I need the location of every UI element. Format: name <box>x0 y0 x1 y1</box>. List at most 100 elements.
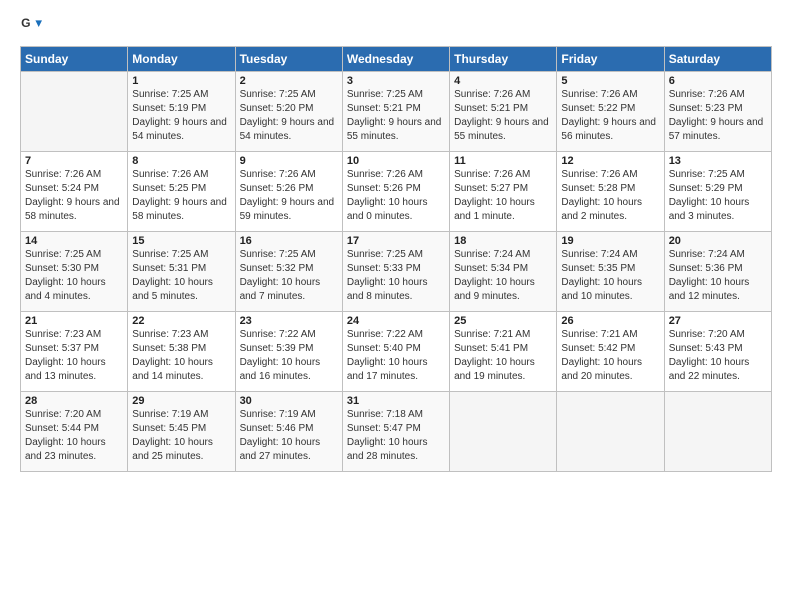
day-number: 22 <box>132 315 230 327</box>
day-number: 26 <box>561 315 659 327</box>
day-info: Sunrise: 7:24 AMSunset: 5:34 PMDaylight:… <box>454 249 535 302</box>
col-header-tuesday: Tuesday <box>235 47 342 72</box>
day-cell: 1 Sunrise: 7:25 AMSunset: 5:19 PMDayligh… <box>128 72 235 152</box>
day-cell: 25 Sunrise: 7:21 AMSunset: 5:41 PMDaylig… <box>450 312 557 392</box>
day-info: Sunrise: 7:25 AMSunset: 5:29 PMDaylight:… <box>669 169 750 222</box>
day-number: 30 <box>240 395 338 407</box>
day-info: Sunrise: 7:18 AMSunset: 5:47 PMDaylight:… <box>347 409 428 462</box>
day-info: Sunrise: 7:20 AMSunset: 5:43 PMDaylight:… <box>669 329 750 382</box>
day-number: 29 <box>132 395 230 407</box>
day-info: Sunrise: 7:24 AMSunset: 5:35 PMDaylight:… <box>561 249 642 302</box>
day-info: Sunrise: 7:25 AMSunset: 5:32 PMDaylight:… <box>240 249 321 302</box>
day-number: 23 <box>240 315 338 327</box>
day-cell: 6 Sunrise: 7:26 AMSunset: 5:23 PMDayligh… <box>664 72 771 152</box>
day-number: 8 <box>132 155 230 167</box>
day-cell: 5 Sunrise: 7:26 AMSunset: 5:22 PMDayligh… <box>557 72 664 152</box>
day-info: Sunrise: 7:21 AMSunset: 5:41 PMDaylight:… <box>454 329 535 382</box>
day-info: Sunrise: 7:22 AMSunset: 5:39 PMDaylight:… <box>240 329 321 382</box>
main-container: G SundayMondayTuesdayWednesdayThursdayFr… <box>0 0 792 482</box>
header-row: G <box>20 16 772 38</box>
week-row-2: 14 Sunrise: 7:25 AMSunset: 5:30 PMDaylig… <box>21 232 772 312</box>
day-number: 3 <box>347 75 445 87</box>
day-info: Sunrise: 7:20 AMSunset: 5:44 PMDaylight:… <box>25 409 106 462</box>
day-info: Sunrise: 7:26 AMSunset: 5:26 PMDaylight:… <box>240 169 335 222</box>
day-info: Sunrise: 7:25 AMSunset: 5:31 PMDaylight:… <box>132 249 213 302</box>
col-header-friday: Friday <box>557 47 664 72</box>
day-cell: 13 Sunrise: 7:25 AMSunset: 5:29 PMDaylig… <box>664 152 771 232</box>
day-cell: 22 Sunrise: 7:23 AMSunset: 5:38 PMDaylig… <box>128 312 235 392</box>
day-cell: 29 Sunrise: 7:19 AMSunset: 5:45 PMDaylig… <box>128 392 235 472</box>
day-cell: 20 Sunrise: 7:24 AMSunset: 5:36 PMDaylig… <box>664 232 771 312</box>
week-row-1: 7 Sunrise: 7:26 AMSunset: 5:24 PMDayligh… <box>21 152 772 232</box>
day-cell <box>557 392 664 472</box>
day-cell: 2 Sunrise: 7:25 AMSunset: 5:20 PMDayligh… <box>235 72 342 152</box>
day-info: Sunrise: 7:24 AMSunset: 5:36 PMDaylight:… <box>669 249 750 302</box>
day-number: 19 <box>561 235 659 247</box>
day-number: 20 <box>669 235 767 247</box>
day-cell: 14 Sunrise: 7:25 AMSunset: 5:30 PMDaylig… <box>21 232 128 312</box>
day-number: 6 <box>669 75 767 87</box>
day-cell: 7 Sunrise: 7:26 AMSunset: 5:24 PMDayligh… <box>21 152 128 232</box>
day-number: 21 <box>25 315 123 327</box>
day-number: 4 <box>454 75 552 87</box>
day-number: 13 <box>669 155 767 167</box>
col-header-saturday: Saturday <box>664 47 771 72</box>
day-info: Sunrise: 7:26 AMSunset: 5:26 PMDaylight:… <box>347 169 428 222</box>
day-cell <box>450 392 557 472</box>
day-cell: 4 Sunrise: 7:26 AMSunset: 5:21 PMDayligh… <box>450 72 557 152</box>
day-info: Sunrise: 7:19 AMSunset: 5:46 PMDaylight:… <box>240 409 321 462</box>
day-number: 18 <box>454 235 552 247</box>
day-number: 12 <box>561 155 659 167</box>
day-info: Sunrise: 7:25 AMSunset: 5:20 PMDaylight:… <box>240 89 335 142</box>
day-cell: 30 Sunrise: 7:19 AMSunset: 5:46 PMDaylig… <box>235 392 342 472</box>
day-info: Sunrise: 7:26 AMSunset: 5:22 PMDaylight:… <box>561 89 656 142</box>
day-cell: 15 Sunrise: 7:25 AMSunset: 5:31 PMDaylig… <box>128 232 235 312</box>
day-number: 1 <box>132 75 230 87</box>
day-info: Sunrise: 7:25 AMSunset: 5:19 PMDaylight:… <box>132 89 227 142</box>
day-info: Sunrise: 7:22 AMSunset: 5:40 PMDaylight:… <box>347 329 428 382</box>
col-header-sunday: Sunday <box>21 47 128 72</box>
day-cell: 27 Sunrise: 7:20 AMSunset: 5:43 PMDaylig… <box>664 312 771 392</box>
day-info: Sunrise: 7:25 AMSunset: 5:33 PMDaylight:… <box>347 249 428 302</box>
day-number: 16 <box>240 235 338 247</box>
day-cell: 17 Sunrise: 7:25 AMSunset: 5:33 PMDaylig… <box>342 232 449 312</box>
day-cell: 18 Sunrise: 7:24 AMSunset: 5:34 PMDaylig… <box>450 232 557 312</box>
day-cell: 26 Sunrise: 7:21 AMSunset: 5:42 PMDaylig… <box>557 312 664 392</box>
day-number: 15 <box>132 235 230 247</box>
day-number: 24 <box>347 315 445 327</box>
day-number: 2 <box>240 75 338 87</box>
day-cell <box>21 72 128 152</box>
day-cell: 11 Sunrise: 7:26 AMSunset: 5:27 PMDaylig… <box>450 152 557 232</box>
day-info: Sunrise: 7:25 AMSunset: 5:30 PMDaylight:… <box>25 249 106 302</box>
day-number: 27 <box>669 315 767 327</box>
day-number: 28 <box>25 395 123 407</box>
day-number: 5 <box>561 75 659 87</box>
logo-icon: G <box>20 16 42 38</box>
day-cell: 12 Sunrise: 7:26 AMSunset: 5:28 PMDaylig… <box>557 152 664 232</box>
day-info: Sunrise: 7:26 AMSunset: 5:27 PMDaylight:… <box>454 169 535 222</box>
day-cell: 10 Sunrise: 7:26 AMSunset: 5:26 PMDaylig… <box>342 152 449 232</box>
calendar-table: SundayMondayTuesdayWednesdayThursdayFrid… <box>20 46 772 472</box>
day-cell <box>664 392 771 472</box>
col-header-thursday: Thursday <box>450 47 557 72</box>
day-cell: 9 Sunrise: 7:26 AMSunset: 5:26 PMDayligh… <box>235 152 342 232</box>
col-header-monday: Monday <box>128 47 235 72</box>
header-row-days: SundayMondayTuesdayWednesdayThursdayFrid… <box>21 47 772 72</box>
day-number: 31 <box>347 395 445 407</box>
week-row-3: 21 Sunrise: 7:23 AMSunset: 5:37 PMDaylig… <box>21 312 772 392</box>
day-info: Sunrise: 7:23 AMSunset: 5:38 PMDaylight:… <box>132 329 213 382</box>
day-number: 9 <box>240 155 338 167</box>
day-cell: 23 Sunrise: 7:22 AMSunset: 5:39 PMDaylig… <box>235 312 342 392</box>
week-row-4: 28 Sunrise: 7:20 AMSunset: 5:44 PMDaylig… <box>21 392 772 472</box>
day-cell: 24 Sunrise: 7:22 AMSunset: 5:40 PMDaylig… <box>342 312 449 392</box>
day-info: Sunrise: 7:21 AMSunset: 5:42 PMDaylight:… <box>561 329 642 382</box>
day-number: 7 <box>25 155 123 167</box>
week-row-0: 1 Sunrise: 7:25 AMSunset: 5:19 PMDayligh… <box>21 72 772 152</box>
day-number: 17 <box>347 235 445 247</box>
svg-text:G: G <box>21 16 30 30</box>
day-cell: 28 Sunrise: 7:20 AMSunset: 5:44 PMDaylig… <box>21 392 128 472</box>
day-cell: 3 Sunrise: 7:25 AMSunset: 5:21 PMDayligh… <box>342 72 449 152</box>
day-info: Sunrise: 7:19 AMSunset: 5:45 PMDaylight:… <box>132 409 213 462</box>
day-number: 14 <box>25 235 123 247</box>
day-cell: 19 Sunrise: 7:24 AMSunset: 5:35 PMDaylig… <box>557 232 664 312</box>
